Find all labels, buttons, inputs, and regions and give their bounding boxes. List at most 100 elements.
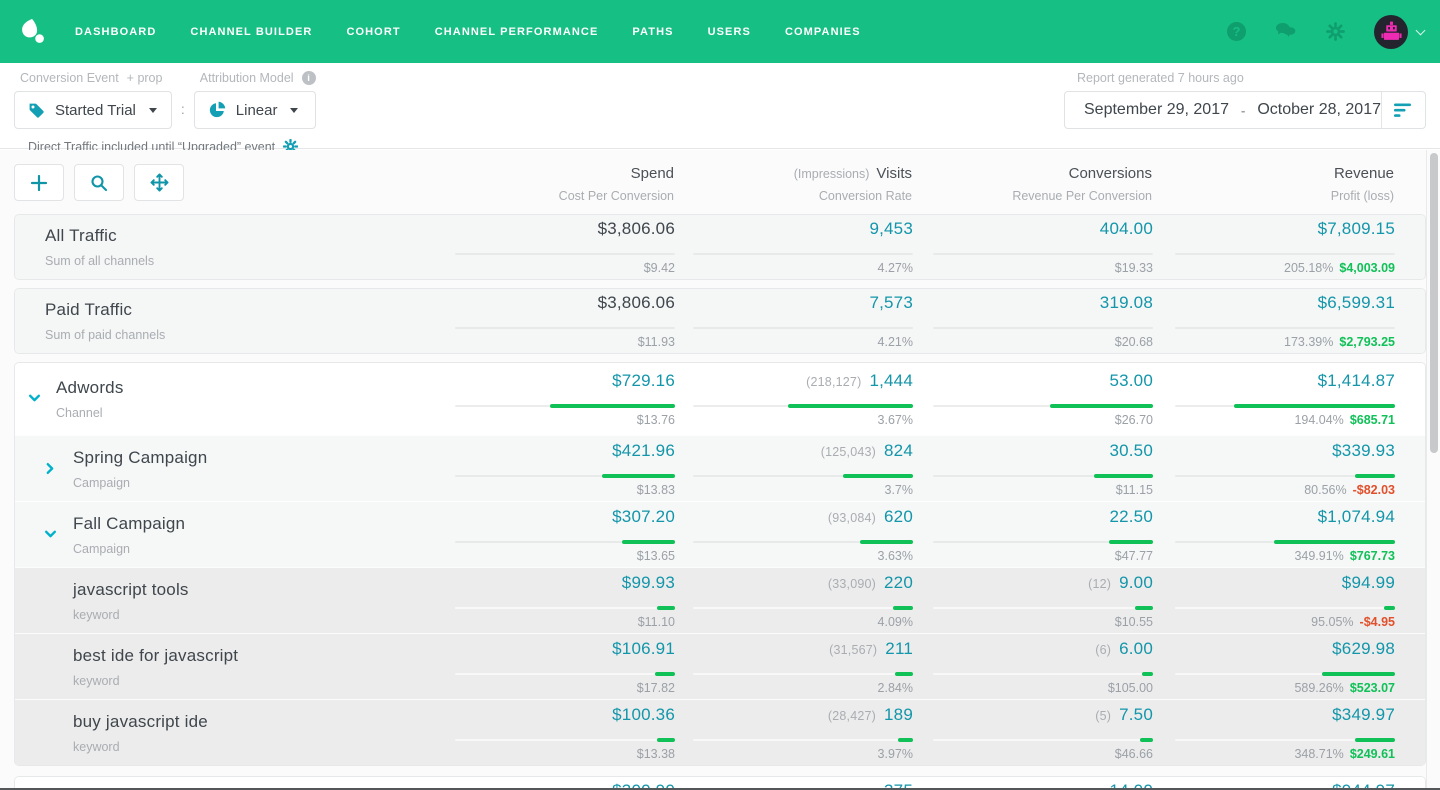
column-header-conversions[interactable]: ConversionsRevenue Per Conversion xyxy=(892,165,1152,203)
value-main[interactable]: $339.93 xyxy=(1332,441,1395,461)
table-row-paid-traffic[interactable]: Paid TrafficSum of paid channels$3,806.0… xyxy=(15,289,1425,353)
row-title[interactable]: Adwords xyxy=(56,378,124,398)
value-main[interactable]: 7.50 xyxy=(1119,705,1153,725)
value-main[interactable]: 620 xyxy=(884,507,913,527)
value-bar xyxy=(655,672,675,676)
value-line: 404.00 xyxy=(933,219,1153,239)
scrollbar[interactable] xyxy=(1426,150,1440,790)
table-row-all-traffic[interactable]: All TrafficSum of all channels$3,806.06$… xyxy=(15,215,1425,279)
value-sub: $11.93 xyxy=(638,335,675,349)
value-sub: 3.67% xyxy=(878,413,913,427)
value-main[interactable]: $94.99 xyxy=(1342,573,1395,593)
row-title[interactable]: best ide for javascript xyxy=(73,646,238,666)
value-prefix: (93,084) xyxy=(828,511,876,525)
value-main[interactable]: $729.16 xyxy=(612,371,675,391)
chevron-right-icon[interactable] xyxy=(44,462,57,475)
divider-line xyxy=(693,327,913,329)
value-line: (5)7.50 xyxy=(933,705,1153,725)
table-row-javascript-tools[interactable]: javascript toolskeyword$99.93$11.10(33,0… xyxy=(15,567,1425,633)
value-main[interactable]: $1,414.87 xyxy=(1318,371,1395,391)
cell-revenue: $1,074.94349.91%$767.73 xyxy=(1175,507,1395,563)
value-main[interactable]: 53.00 xyxy=(1109,371,1153,391)
value-bar xyxy=(898,738,913,742)
attribution-model-dropdown[interactable]: Linear xyxy=(194,91,316,129)
value-sub-line: 4.21% xyxy=(878,335,913,349)
card-all-traffic: All TrafficSum of all channels$3,806.06$… xyxy=(14,214,1426,280)
divider-line xyxy=(933,327,1153,329)
value-main[interactable]: 404.00 xyxy=(1100,219,1153,239)
scrollbar-thumb[interactable] xyxy=(1430,153,1438,453)
value-main[interactable]: $106.91 xyxy=(612,639,675,659)
value-main[interactable]: 30.50 xyxy=(1109,441,1153,461)
nav-item-users[interactable]: USERS xyxy=(708,26,751,38)
nav-item-channel-builder[interactable]: CHANNEL BUILDER xyxy=(190,26,312,38)
date-end[interactable]: October 28, 2017 xyxy=(1257,101,1381,119)
column-header-spend[interactable]: SpendCost Per Conversion xyxy=(414,165,674,203)
date-range-picker[interactable]: September 29, 2017 - October 28, 2017 xyxy=(1064,91,1426,129)
nav-item-dashboard[interactable]: DASHBOARD xyxy=(75,26,156,38)
value-main[interactable]: 7,573 xyxy=(869,293,913,313)
row-title[interactable]: All Traffic xyxy=(45,226,154,246)
add-prop-link[interactable]: + prop xyxy=(127,71,163,85)
row-title[interactable]: Fall Campaign xyxy=(73,514,185,534)
value-main[interactable]: 9.00 xyxy=(1119,573,1153,593)
table-row-buy-javascript-ide[interactable]: buy javascript idekeyword$100.36$13.38(2… xyxy=(15,699,1425,765)
nav-item-cohort[interactable]: COHORT xyxy=(346,26,400,38)
value-sub: 2.84% xyxy=(878,681,913,695)
chevron-down-icon[interactable] xyxy=(1416,25,1426,35)
table-row-spring-campaign[interactable]: Spring CampaignCampaign$421.96$13.83(125… xyxy=(15,435,1425,501)
chevron-down-icon[interactable] xyxy=(44,528,57,541)
value-main[interactable]: $1,074.94 xyxy=(1318,507,1395,527)
column-header-visits[interactable]: (Impressions)VisitsConversion Rate xyxy=(652,165,912,203)
value-main[interactable]: $421.96 xyxy=(612,441,675,461)
info-icon[interactable]: i xyxy=(302,71,316,85)
value-main[interactable]: $6,599.31 xyxy=(1318,293,1395,313)
value-main[interactable]: 6.00 xyxy=(1119,639,1153,659)
value-line: $339.93 xyxy=(1175,441,1395,461)
avatar[interactable] xyxy=(1374,15,1408,49)
table-row-best-ide-for-javascript[interactable]: best ide for javascriptkeyword$106.91$17… xyxy=(15,633,1425,699)
row-title-block: Spring CampaignCampaign xyxy=(73,448,207,490)
conversion-event-dropdown[interactable]: Started Trial xyxy=(14,91,172,129)
attribution-model-group: Attribution Model i Linear xyxy=(194,71,316,129)
value-main[interactable]: 1,444 xyxy=(869,371,913,391)
value-main[interactable]: 220 xyxy=(884,573,913,593)
value-main[interactable]: $7,809.15 xyxy=(1318,219,1395,239)
column-header-revenue[interactable]: RevenueProfit (loss) xyxy=(1134,165,1394,203)
cell-visits: 9,4534.27% xyxy=(693,219,913,275)
table-row-adwords[interactable]: AdwordsChannel$729.16$13.76(218,127)1,44… xyxy=(15,363,1425,435)
row-subtitle: Sum of paid channels xyxy=(45,328,165,342)
cell-spend: $3,806.06$9.42 xyxy=(455,219,675,275)
gear-icon[interactable] xyxy=(1326,22,1345,41)
nav-item-channel-performance[interactable]: CHANNEL PERFORMANCE xyxy=(435,26,599,38)
value-main[interactable]: 211 xyxy=(885,639,913,659)
value-main[interactable]: 319.08 xyxy=(1100,293,1153,313)
chat-icon[interactable] xyxy=(1275,22,1297,41)
value-main[interactable]: $100.36 xyxy=(612,705,675,725)
row-title[interactable]: Paid Traffic xyxy=(45,300,165,320)
value-line: 53.00 xyxy=(933,371,1153,391)
attribution-model-label-text: Attribution Model xyxy=(200,71,294,85)
help-icon[interactable]: ? xyxy=(1227,22,1246,41)
value-main[interactable]: 22.50 xyxy=(1109,507,1153,527)
value-main[interactable]: $307.20 xyxy=(612,507,675,527)
value-main[interactable]: 189 xyxy=(884,705,913,725)
row-title[interactable]: Spring Campaign xyxy=(73,448,207,468)
filter-lines-icon[interactable] xyxy=(1382,103,1425,118)
value-sub-line: $9.42 xyxy=(644,261,675,275)
value-sub: $13.65 xyxy=(637,549,675,563)
value-sub: 194.04% xyxy=(1294,413,1343,427)
value-main[interactable]: $349.97 xyxy=(1332,705,1395,725)
chevron-down-icon[interactable] xyxy=(28,392,41,405)
value-main[interactable]: 9,453 xyxy=(869,219,913,239)
date-start[interactable]: September 29, 2017 xyxy=(1084,101,1229,119)
app-logo[interactable] xyxy=(18,17,48,47)
nav-item-companies[interactable]: COMPANIES xyxy=(785,26,861,38)
value-main[interactable]: $629.98 xyxy=(1332,639,1395,659)
nav-item-paths[interactable]: PATHS xyxy=(632,26,673,38)
table-row-fall-campaign[interactable]: Fall CampaignCampaign$307.20$13.65(93,08… xyxy=(15,501,1425,567)
row-title[interactable]: buy javascript ide xyxy=(73,712,208,732)
value-main[interactable]: $99.93 xyxy=(622,573,675,593)
row-title[interactable]: javascript tools xyxy=(73,580,189,600)
value-main[interactable]: 824 xyxy=(884,441,913,461)
